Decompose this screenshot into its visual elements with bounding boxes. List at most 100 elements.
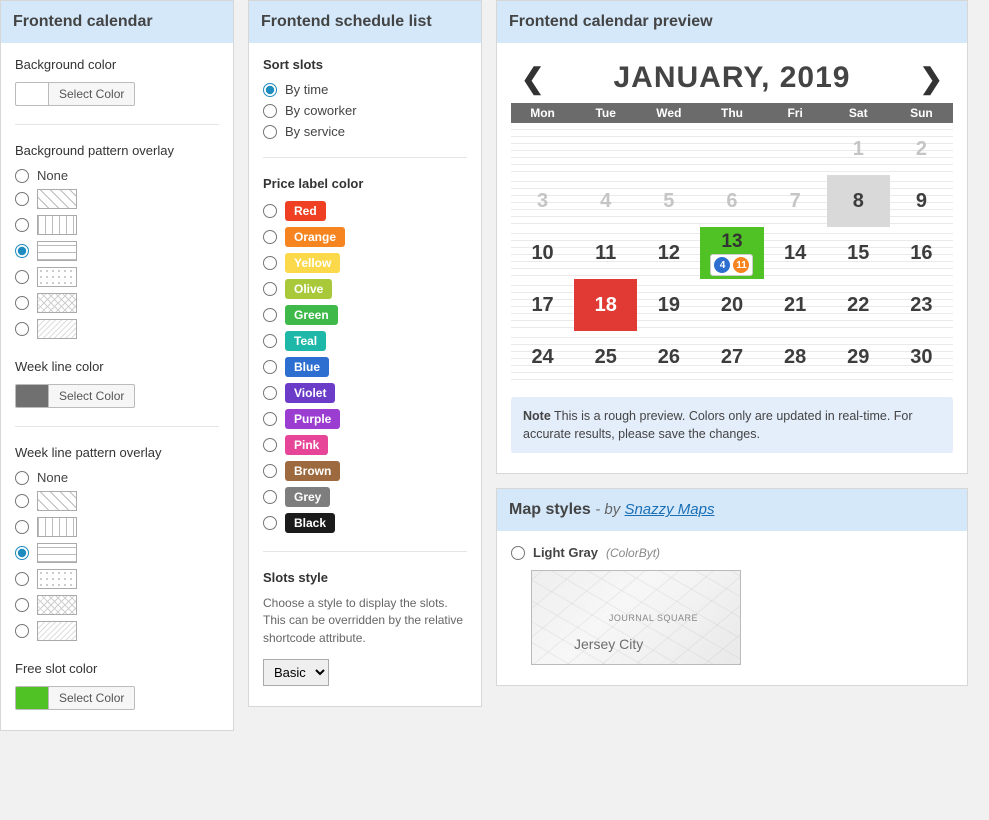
price-color-pink-radio[interactable] [263, 438, 277, 452]
calendar-day[interactable]: 28 [764, 331, 827, 383]
calendar-day[interactable]: 30 [890, 331, 953, 383]
bg-color-swatch[interactable] [15, 82, 49, 106]
calendar-day[interactable] [637, 123, 700, 175]
prev-month-icon[interactable]: ❮ [521, 62, 544, 95]
calendar-day[interactable]: 25 [574, 331, 637, 383]
price-color-violet-radio[interactable] [263, 386, 277, 400]
price-color-purple-radio[interactable] [263, 412, 277, 426]
calendar-day[interactable]: 29 [827, 331, 890, 383]
wl-pattern-wave-radio[interactable] [15, 624, 29, 638]
sort-by-coworker-radio[interactable] [263, 104, 277, 118]
calendar-day[interactable]: 1 [827, 123, 890, 175]
price-color-grey-radio[interactable] [263, 490, 277, 504]
price-color-red-radio[interactable] [263, 204, 277, 218]
price-color-orange-radio[interactable] [263, 230, 277, 244]
panel-title: Map styles - by Snazzy Maps [509, 501, 955, 519]
bg-pattern-horz-radio[interactable] [15, 244, 29, 258]
bg-pattern-dots-radio[interactable] [15, 270, 29, 284]
price-color-olive-radio[interactable] [263, 282, 277, 296]
pattern-wave-icon [37, 319, 77, 339]
bg-pattern-wave-radio[interactable] [15, 322, 29, 336]
next-month-icon[interactable]: ❯ [920, 62, 943, 95]
calendar-day[interactable] [511, 123, 574, 175]
select-color-button[interactable]: Select Color [49, 384, 135, 408]
free-slot-color-swatch[interactable] [15, 686, 49, 710]
wl-pattern-zig-radio[interactable] [15, 598, 29, 612]
wl-pattern-diag-radio[interactable] [15, 494, 29, 508]
calendar-day[interactable] [700, 123, 763, 175]
weekday-bar: MonTueWedThuFriSatSun [511, 103, 953, 123]
pattern-horizontal-icon [37, 241, 77, 261]
calendar-day[interactable]: 2 [890, 123, 953, 175]
select-color-button[interactable]: Select Color [49, 686, 135, 710]
calendar-day[interactable]: 22 [827, 279, 890, 331]
sort-by-time-label: By time [285, 82, 328, 97]
sort-by-service-radio[interactable] [263, 125, 277, 139]
select-color-button[interactable]: Select Color [49, 82, 135, 106]
bg-pattern-diag-radio[interactable] [15, 192, 29, 206]
slots-style-label: Slots style [263, 570, 467, 585]
weekday-label: Tue [574, 103, 637, 123]
price-color-yellow-radio[interactable] [263, 256, 277, 270]
price-tag-violet: Violet [285, 383, 335, 403]
map-thumbnail[interactable]: JOURNAL SQUARE Jersey City [531, 570, 741, 665]
sort-by-time-radio[interactable] [263, 83, 277, 97]
sort-by-service-label: By service [285, 124, 345, 139]
slots-style-select[interactable]: Basic [263, 659, 329, 686]
week-line-color-label: Week line color [15, 359, 219, 374]
price-tag-pink: Pink [285, 435, 328, 455]
snazzy-maps-link[interactable]: Snazzy Maps [624, 501, 714, 518]
calendar-day[interactable]: 18 [574, 279, 637, 331]
calendar-day[interactable]: 4 [574, 175, 637, 227]
calendar-day[interactable]: 26 [637, 331, 700, 383]
price-color-black-radio[interactable] [263, 516, 277, 530]
calendar-day[interactable]: 27 [700, 331, 763, 383]
pattern-vertical-icon [37, 215, 77, 235]
calendar-day[interactable]: 21 [764, 279, 827, 331]
calendar-day[interactable]: 11 [574, 227, 637, 279]
wl-pattern-none-radio[interactable] [15, 471, 29, 485]
calendar-day[interactable]: 23 [890, 279, 953, 331]
price-tag-olive: Olive [285, 279, 332, 299]
none-label: None [37, 470, 68, 485]
calendar-day[interactable]: 6 [700, 175, 763, 227]
calendar-day[interactable]: 17 [511, 279, 574, 331]
pattern-wave-icon [37, 621, 77, 641]
calendar-day[interactable]: 15 [827, 227, 890, 279]
calendar-grid: 1234567891011121341114151617181920212223… [511, 123, 953, 383]
calendar-day[interactable] [764, 123, 827, 175]
panel-header: Map styles - by Snazzy Maps [497, 489, 967, 531]
calendar-day[interactable]: 3 [511, 175, 574, 227]
calendar-day[interactable]: 10 [511, 227, 574, 279]
week-line-color-swatch[interactable] [15, 384, 49, 408]
calendar-day[interactable]: 24 [511, 331, 574, 383]
bg-pattern-label: Background pattern overlay [15, 143, 219, 158]
calendar-day[interactable]: 20 [700, 279, 763, 331]
note-label: Note [523, 409, 551, 423]
calendar-day[interactable]: 12 [637, 227, 700, 279]
wl-pattern-vert-radio[interactable] [15, 520, 29, 534]
wl-pattern-horz-radio[interactable] [15, 546, 29, 560]
calendar-day[interactable]: 7 [764, 175, 827, 227]
wl-pattern-dots-radio[interactable] [15, 572, 29, 586]
pattern-horizontal-icon [37, 543, 77, 563]
price-color-green-radio[interactable] [263, 308, 277, 322]
calendar-day[interactable]: 8 [827, 175, 890, 227]
panel-header: Frontend calendar preview [497, 1, 967, 43]
price-color-blue-radio[interactable] [263, 360, 277, 374]
calendar-day[interactable] [574, 123, 637, 175]
bg-pattern-zig-radio[interactable] [15, 296, 29, 310]
map-style-lightgray-radio[interactable] [511, 546, 525, 560]
map-city-label: Jersey City [574, 636, 643, 652]
pattern-zigzag-icon [37, 595, 77, 615]
price-color-brown-radio[interactable] [263, 464, 277, 478]
bg-pattern-none-radio[interactable] [15, 169, 29, 183]
calendar-day[interactable]: 14 [764, 227, 827, 279]
calendar-day[interactable]: 5 [637, 175, 700, 227]
calendar-day[interactable]: 16 [890, 227, 953, 279]
calendar-day[interactable]: 13411 [700, 227, 763, 279]
calendar-day[interactable]: 19 [637, 279, 700, 331]
bg-pattern-vert-radio[interactable] [15, 218, 29, 232]
price-color-teal-radio[interactable] [263, 334, 277, 348]
calendar-day[interactable]: 9 [890, 175, 953, 227]
